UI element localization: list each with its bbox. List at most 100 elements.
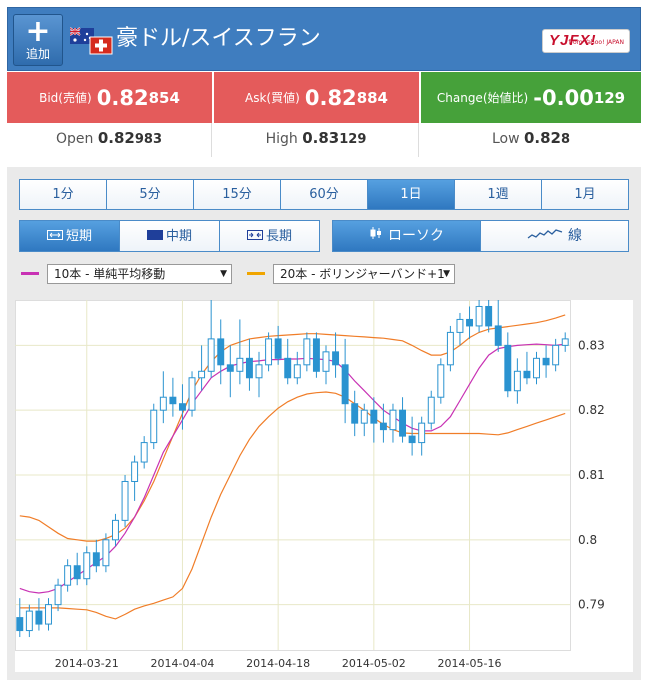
chart-type-tabs: ローソク 線 — [332, 220, 629, 252]
open-stat: Open 0.82983 — [7, 123, 212, 157]
low-value-major: 0.82 — [523, 129, 561, 147]
tab-60min[interactable]: 60分 — [281, 180, 368, 209]
bb-select[interactable]: 20本 - ボリンジャーバンド+1 ▼ — [273, 264, 455, 284]
candle-body — [561, 338, 569, 346]
tab-1month[interactable]: 1月 — [542, 180, 628, 209]
candle-body — [121, 480, 129, 521]
tab-line-label: 線 — [568, 228, 582, 244]
high-label: High — [265, 131, 298, 147]
x-tick-label: 2014-04-04 — [150, 657, 214, 670]
candle-body — [112, 519, 119, 541]
tab-15min[interactable]: 15分 — [194, 180, 281, 209]
low-label: Low — [491, 131, 520, 147]
candle-body — [226, 364, 234, 372]
candle-body — [45, 604, 52, 625]
candle-body — [265, 338, 273, 366]
candlestick-icon — [369, 222, 383, 252]
candle-body — [533, 357, 540, 379]
brand-logo[interactable]: YJFX! from Yahoo! JAPAN — [542, 29, 630, 53]
tab-short-term[interactable]: 短期 — [20, 221, 120, 251]
change-label: Change(始値比) — [436, 91, 529, 105]
candle-body — [188, 377, 196, 411]
tab-5min[interactable]: 5分 — [107, 180, 194, 209]
candle-body — [466, 318, 473, 327]
high-value-major: 0.83 — [302, 129, 340, 147]
candle-body — [217, 338, 225, 366]
low-stat: Low 0.828 — [421, 123, 641, 157]
y-tick-label: 0.82 — [578, 403, 605, 417]
ma-select-value: 10本 - 単純平均移動 — [54, 267, 166, 281]
tab-long-term[interactable]: 長期 — [220, 221, 319, 251]
candle-body — [274, 338, 282, 359]
candle-body — [408, 435, 416, 444]
candle-body — [131, 461, 139, 482]
high-stat: High 0.83129 — [214, 123, 419, 157]
line-chart-icon — [527, 222, 563, 252]
tab-1min[interactable]: 1分 — [20, 180, 107, 209]
tab-mid-term[interactable]: 中期 — [120, 221, 220, 251]
tab-candlestick-label: ローソク — [388, 228, 444, 244]
tab-line[interactable]: 線 — [481, 221, 628, 251]
ask-quote: Ask(買値) 0.82884 — [214, 72, 419, 123]
open-value-minor: 983 — [134, 132, 162, 147]
candle-body — [236, 357, 244, 372]
bid-label: Bid(売値) — [39, 91, 92, 105]
candle-body — [54, 584, 62, 606]
candle-body — [35, 610, 43, 625]
candle-body — [322, 351, 330, 372]
tab-candlestick[interactable]: ローソク — [333, 221, 481, 251]
candle-body — [293, 364, 301, 379]
candle-body — [370, 409, 378, 424]
price-chart[interactable]: 0.79 0.8 0.81 0.82 0.83 2014-03-21 2014-04-04 2… — [15, 293, 633, 672]
open-label: Open — [55, 131, 94, 147]
candle-body — [485, 305, 493, 327]
change-quote: Change(始値比) -0.00129 — [421, 72, 641, 123]
candle-body — [513, 370, 521, 392]
candle-body — [255, 364, 263, 379]
candle-body — [207, 338, 215, 372]
change-value-major: -0.00 — [533, 86, 594, 110]
candle-body — [332, 351, 340, 366]
tab-1week[interactable]: 1週 — [455, 180, 542, 209]
candle-body — [523, 370, 531, 379]
x-tick-label: 2014-03-21 — [55, 657, 119, 670]
bb-swatch — [247, 272, 265, 275]
open-value-major: 0.82 — [97, 129, 135, 147]
candle-body — [360, 409, 368, 424]
candle-body — [418, 422, 426, 444]
candle-body — [341, 364, 349, 405]
candle-body — [552, 344, 560, 366]
ma-select[interactable]: 10本 - 単純平均移動 ▼ — [47, 264, 232, 284]
bb-select-value: 20本 - ボリンジャーバンド+1 — [280, 267, 445, 281]
candle-body — [83, 552, 91, 580]
x-tick-label: 2014-05-02 — [342, 657, 406, 670]
brand-subtext: from Yahoo! JAPAN — [568, 39, 624, 46]
tab-1day[interactable]: 1日 — [368, 180, 455, 209]
indicator-row: 10本 - 単純平均移動 ▼ 20本 - ボリンジャーバンド+1 ▼ — [7, 264, 641, 284]
candle-body — [504, 344, 512, 392]
currency-flags-icon — [70, 27, 113, 55]
candle-body — [446, 331, 454, 366]
candle-body — [198, 370, 206, 379]
candle-body — [16, 617, 24, 632]
add-button[interactable]: + 追加 — [13, 14, 63, 66]
bid-quote: Bid(売値) 0.82854 — [7, 72, 212, 123]
ma-swatch — [21, 272, 39, 275]
chart-panel: 1分 5分 15分 60分 1日 1週 1月 短期 中期 長期 ローソク 線 1… — [7, 167, 641, 680]
square-icon — [146, 221, 163, 251]
high-value-minor: 129 — [339, 132, 367, 147]
candle-body — [140, 442, 148, 463]
expand-arrows-icon — [46, 221, 63, 251]
x-tick-label: 2014-05-16 — [438, 657, 502, 670]
candle-body — [427, 396, 435, 424]
tab-mid-term-label: 中期 — [165, 229, 192, 244]
ask-value-major: 0.82 — [304, 86, 357, 110]
chevron-down-icon: ▼ — [443, 269, 450, 279]
chart-canvas: 0.79 0.8 0.81 0.82 0.83 2014-03-21 2014-04-04 2… — [15, 293, 605, 670]
candle-body — [494, 325, 502, 346]
candle-body — [284, 357, 292, 379]
low-value-minor: 8 — [561, 132, 571, 147]
tab-long-term-label: 長期 — [265, 229, 292, 244]
candle-body — [542, 357, 550, 366]
y-tick-label: 0.8 — [578, 533, 597, 547]
